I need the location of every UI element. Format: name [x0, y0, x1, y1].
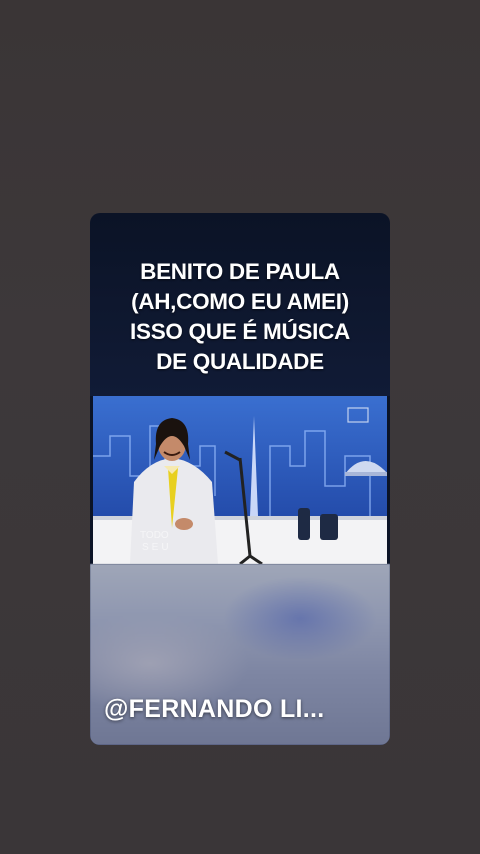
watermark-line-2: SEU	[142, 542, 172, 553]
caption-line-1: BENITO DE PAULA	[140, 259, 340, 284]
caption-line-2: (AH,COMO EU AMEI)	[131, 289, 349, 314]
caption-line-4: DE QUALIDADE	[156, 349, 324, 374]
video-thumbnail[interactable]: TODO SEU	[90, 396, 390, 564]
watermark-line-1: TODO	[140, 530, 169, 541]
video-card[interactable]: BENITO DE PAULA (AH,COMO EU AMEI) ISSO Q…	[90, 213, 390, 745]
video-frame-illustration: TODO SEU	[90, 396, 390, 564]
caption-text: BENITO DE PAULA (AH,COMO EU AMEI) ISSO Q…	[90, 257, 390, 377]
caption-line-3: ISSO QUE É MÚSICA	[130, 319, 350, 344]
author-handle[interactable]: @FERNANDO LI...	[104, 695, 325, 724]
